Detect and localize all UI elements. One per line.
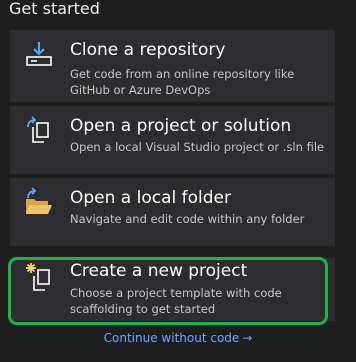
card-description: Open a local Visual Studio project or .s…	[70, 140, 325, 154]
card-description: Navigate and edit code within any folder	[70, 212, 305, 226]
open-local-folder-card[interactable]: Open a local folder Navigate and edit co…	[10, 178, 335, 246]
continue-without-code-link[interactable]: Continue without code →	[0, 331, 356, 345]
card-description: Get code from an online repository like …	[70, 67, 295, 97]
create-new-project-card[interactable]: Create a new project Choose a project te…	[10, 258, 335, 321]
new-project-icon	[24, 262, 54, 292]
open-folder-icon	[24, 187, 54, 217]
open-project-icon	[24, 115, 54, 145]
clone-repository-card[interactable]: Clone a repository Get code from an onli…	[10, 30, 335, 102]
continue-label: Continue without code	[103, 331, 240, 345]
card-title: Open a local folder	[70, 188, 231, 208]
section-title: Get started	[9, 0, 100, 18]
open-project-card[interactable]: Open a project or solution Open a local …	[10, 106, 335, 174]
clone-download-icon	[24, 39, 54, 69]
card-title: Create a new project	[70, 261, 248, 281]
card-title: Open a project or solution	[70, 116, 292, 136]
card-title: Clone a repository	[70, 40, 226, 60]
arrow-right-icon: →	[242, 331, 253, 345]
card-description: Choose a project template with code scaf…	[70, 286, 282, 316]
